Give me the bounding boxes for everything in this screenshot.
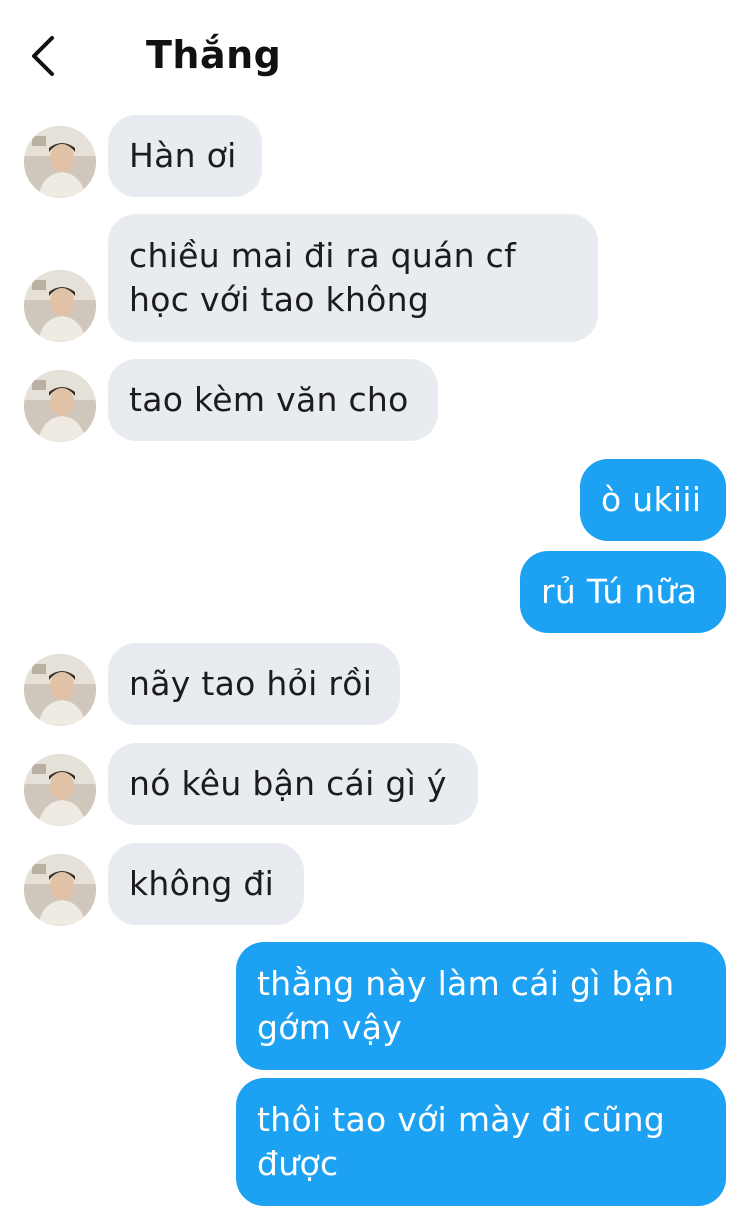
contact-avatar[interactable] [24, 270, 96, 342]
chevron-left-icon [32, 36, 54, 76]
message-text: học với tao không [129, 280, 430, 319]
contact-avatar[interactable] [24, 370, 96, 442]
contact-avatar[interactable] [24, 654, 96, 726]
incoming-message[interactable]: nó kêu bận cái gì ý [108, 743, 478, 825]
incoming-message[interactable]: Hàn ơi [108, 115, 262, 197]
message-text: nãy tao hỏi rồi [129, 664, 373, 703]
outgoing-message[interactable]: ò ukiii [580, 459, 726, 541]
message-text: rủ Tú nữa [541, 572, 698, 611]
outgoing-message[interactable]: thằng này làm cái gì bận gớm vậy [236, 942, 726, 1070]
message-text: được [257, 1144, 339, 1183]
contact-avatar[interactable] [24, 754, 96, 826]
back-button[interactable] [22, 34, 66, 78]
message-text: chiều mai đi ra quán cf [129, 236, 516, 275]
incoming-message[interactable]: không đi [108, 843, 304, 925]
outgoing-message[interactable]: thôi tao với mày đi cũng được [236, 1078, 726, 1206]
contact-name[interactable]: Thắng [146, 33, 281, 77]
message-text: không đi [129, 864, 275, 903]
message-text: gớm vậy [257, 1008, 403, 1047]
outgoing-message[interactable]: rủ Tú nữa [520, 551, 726, 633]
incoming-message[interactable]: chiều mai đi ra quán cf học với tao khôn… [108, 214, 598, 342]
chat-header: Thắng [0, 0, 750, 110]
message-text: thôi tao với mày đi cũng [257, 1100, 666, 1139]
message-text: nó kêu bận cái gì ý [129, 764, 447, 803]
contact-avatar[interactable] [24, 126, 96, 198]
incoming-message[interactable]: nãy tao hỏi rồi [108, 643, 400, 725]
message-text: Hàn ơi [129, 136, 237, 175]
message-text: ò ukiii [601, 480, 702, 519]
contact-avatar[interactable] [24, 854, 96, 926]
message-text: tao kèm văn cho [129, 380, 409, 419]
message-text: thằng này làm cái gì bận [257, 964, 675, 1003]
incoming-message[interactable]: tao kèm văn cho [108, 359, 438, 441]
